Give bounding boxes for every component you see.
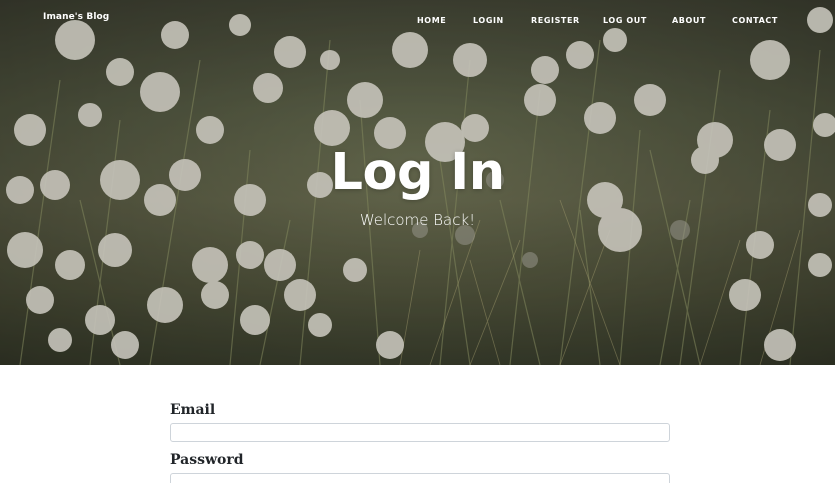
login-form: Email Password: [170, 400, 670, 483]
nav-link-login[interactable]: LOGIN: [473, 16, 504, 25]
page-subtitle: Welcome Back!: [359, 211, 476, 229]
nav-link-home[interactable]: HOME: [417, 16, 446, 25]
nav-link-register[interactable]: REGISTER: [531, 16, 580, 25]
page-title: Log In: [330, 143, 505, 202]
nav-link-contact[interactable]: CONTACT: [732, 16, 778, 25]
email-label: Email: [170, 402, 216, 418]
page-header: Imane's Blog HOME LOGIN REGISTER LOG OUT…: [0, 0, 835, 365]
password-input[interactable]: [170, 473, 670, 483]
brand-link[interactable]: Imane's Blog: [43, 12, 109, 22]
email-input[interactable]: [170, 423, 670, 442]
nav-link-logout[interactable]: LOG OUT: [603, 16, 647, 25]
password-label: Password: [170, 452, 244, 468]
nav-link-about[interactable]: ABOUT: [672, 16, 706, 25]
